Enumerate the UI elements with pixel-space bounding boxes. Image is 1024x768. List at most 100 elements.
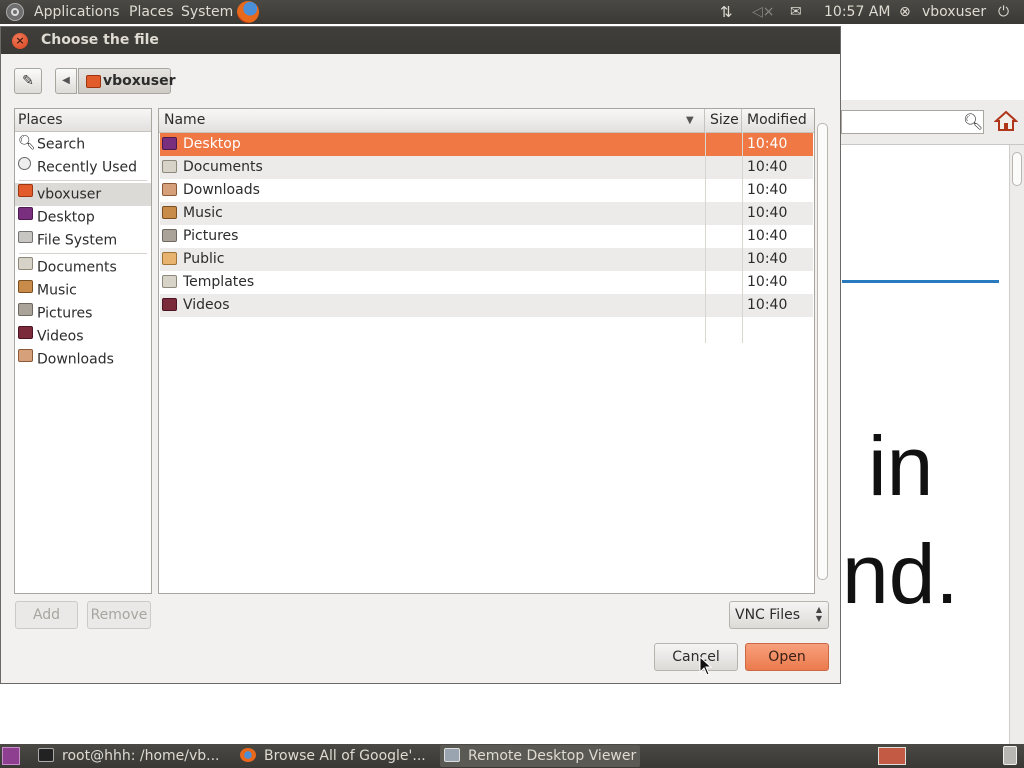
column-divider bbox=[705, 132, 706, 343]
folder-icon bbox=[18, 255, 37, 278]
templates-folder-icon bbox=[162, 275, 177, 288]
sidebar-item-music[interactable]: Music bbox=[15, 279, 151, 302]
divider bbox=[19, 180, 147, 181]
page-text-line1: in bbox=[868, 419, 934, 513]
file-modified: 10:40 bbox=[747, 159, 788, 175]
ubuntu-logo-icon[interactable] bbox=[6, 3, 24, 21]
desktop-folder-icon bbox=[18, 205, 37, 228]
sort-descending-icon: ▼ bbox=[686, 115, 694, 126]
sidebar-item-label: Desktop bbox=[37, 209, 95, 226]
file-row-documents[interactable]: Documents 10:40 bbox=[160, 156, 813, 179]
sidebar-item-search[interactable]: 🔍︎Search bbox=[15, 133, 151, 156]
browser-scrollbar-thumb[interactable] bbox=[1012, 152, 1022, 186]
user-name[interactable]: vboxuser bbox=[922, 3, 986, 21]
file-modified: 10:40 bbox=[747, 228, 788, 244]
public-folder-icon bbox=[162, 252, 177, 265]
search-icon[interactable]: 🔍︎ bbox=[963, 112, 983, 131]
search-icon: 🔍︎ bbox=[18, 135, 36, 151]
menu-system[interactable]: System bbox=[181, 3, 233, 21]
sidebar-item-file-system[interactable]: File System bbox=[15, 229, 151, 252]
dialog-titlebar[interactable]: × Choose the file bbox=[1, 27, 840, 54]
column-modified-header[interactable]: Modified bbox=[742, 109, 814, 132]
type-location-button[interactable]: ✎ bbox=[14, 68, 42, 94]
file-name: Public bbox=[183, 251, 225, 267]
taskbar-item-remote-desktop-viewer[interactable]: Remote Desktop Viewer bbox=[440, 745, 640, 767]
taskbar-item-label: Remote Desktop Viewer bbox=[468, 748, 637, 764]
taskbar-item-terminal[interactable]: root@hhh: /home/vb... bbox=[38, 745, 234, 767]
places-sidebar: Places 🔍︎Search Recently Used vboxuser D… bbox=[14, 108, 152, 594]
pictures-folder-icon bbox=[18, 301, 37, 324]
places-header[interactable]: Places bbox=[15, 109, 151, 132]
close-icon[interactable]: × bbox=[12, 33, 28, 49]
path-back-button[interactable]: ◀ bbox=[55, 68, 77, 94]
user-status-icon[interactable]: ⊗ bbox=[899, 3, 911, 21]
page-divider bbox=[842, 280, 999, 283]
folder-icon bbox=[162, 160, 177, 173]
volume-muted-icon[interactable]: ◁× bbox=[752, 3, 775, 21]
show-desktop-icon[interactable] bbox=[2, 747, 20, 765]
trash-icon[interactable] bbox=[1003, 746, 1017, 765]
file-row-desktop[interactable]: Desktop 10:40 bbox=[160, 133, 813, 156]
file-row-videos[interactable]: Videos 10:40 bbox=[160, 294, 813, 317]
downloads-folder-icon bbox=[162, 183, 177, 196]
menu-places[interactable]: Places bbox=[129, 3, 174, 21]
sidebar-item-vboxuser[interactable]: vboxuser bbox=[15, 183, 151, 206]
terminal-icon bbox=[38, 748, 54, 762]
sidebar-item-pictures[interactable]: Pictures bbox=[15, 302, 151, 325]
file-row-downloads[interactable]: Downloads 10:40 bbox=[160, 179, 813, 202]
mail-icon[interactable]: ✉ bbox=[790, 3, 802, 21]
file-filter-value: VNC Files bbox=[735, 607, 800, 623]
file-row-public[interactable]: Public 10:40 bbox=[160, 248, 813, 271]
file-row-templates[interactable]: Templates 10:40 bbox=[160, 271, 813, 294]
file-row-music[interactable]: Music 10:40 bbox=[160, 202, 813, 225]
sidebar-item-documents[interactable]: Documents bbox=[15, 256, 151, 279]
cancel-button[interactable]: Cancel bbox=[654, 643, 738, 671]
sidebar-item-label: Documents bbox=[37, 259, 117, 276]
sidebar-item-desktop[interactable]: Desktop bbox=[15, 206, 151, 229]
clock-icon bbox=[18, 155, 37, 178]
sidebar-item-label: vboxuser bbox=[37, 186, 102, 203]
clock[interactable]: 10:57 AM bbox=[824, 3, 890, 21]
page-text-line2: nd. bbox=[842, 527, 959, 621]
sidebar-item-recently-used[interactable]: Recently Used bbox=[15, 156, 151, 179]
column-divider bbox=[742, 132, 743, 343]
add-bookmark-button[interactable]: Add bbox=[15, 601, 78, 629]
workspace-switcher-icon[interactable] bbox=[878, 747, 906, 765]
network-icon[interactable]: ⇅ bbox=[720, 3, 733, 21]
browser-scrollbar[interactable] bbox=[1009, 145, 1024, 745]
top-panel: Applications Places System ⇅ ◁× ✉ 10:57 … bbox=[0, 0, 1024, 24]
power-icon[interactable]: ⏻ bbox=[998, 3, 1009, 21]
file-modified: 10:40 bbox=[747, 205, 788, 221]
file-name: Music bbox=[183, 205, 223, 221]
remove-bookmark-button[interactable]: Remove bbox=[87, 601, 151, 629]
sidebar-item-downloads[interactable]: Downloads bbox=[15, 348, 151, 371]
file-name: Desktop bbox=[183, 136, 241, 152]
file-row-pictures[interactable]: Pictures 10:40 bbox=[160, 225, 813, 248]
file-modified: 10:40 bbox=[747, 182, 788, 198]
column-size-header[interactable]: Size bbox=[705, 109, 742, 132]
path-button-home[interactable]: vboxuser bbox=[78, 68, 176, 94]
sidebar-item-label: File System bbox=[37, 232, 118, 249]
file-name: Documents bbox=[183, 159, 263, 175]
sidebar-item-videos[interactable]: Videos bbox=[15, 325, 151, 348]
scrollbar-thumb[interactable] bbox=[817, 123, 828, 580]
menu-applications[interactable]: Applications bbox=[34, 3, 120, 21]
open-button[interactable]: Open bbox=[745, 643, 829, 671]
home-folder-icon bbox=[86, 75, 101, 88]
file-modified: 10:40 bbox=[747, 251, 788, 267]
dialog-title: Choose the file bbox=[41, 32, 159, 48]
videos-folder-icon bbox=[162, 298, 177, 311]
sidebar-item-label: Pictures bbox=[37, 305, 93, 322]
pictures-folder-icon bbox=[162, 229, 177, 242]
file-list-scrollbar[interactable] bbox=[817, 108, 829, 594]
drive-icon bbox=[18, 228, 37, 251]
firefox-launcher-icon[interactable] bbox=[237, 1, 259, 23]
file-filter-select[interactable]: VNC Files ▲ ▼ bbox=[729, 601, 829, 629]
firefox-icon bbox=[240, 748, 256, 762]
home-icon[interactable] bbox=[994, 109, 1018, 133]
taskbar-item-browser[interactable]: Browse All of Google'... bbox=[240, 745, 436, 767]
mouse-pointer-icon bbox=[699, 656, 713, 676]
column-name-header[interactable]: Name bbox=[159, 109, 705, 132]
file-modified: 10:40 bbox=[747, 274, 788, 290]
chevron-up-down-icon: ▲ ▼ bbox=[815, 605, 822, 623]
